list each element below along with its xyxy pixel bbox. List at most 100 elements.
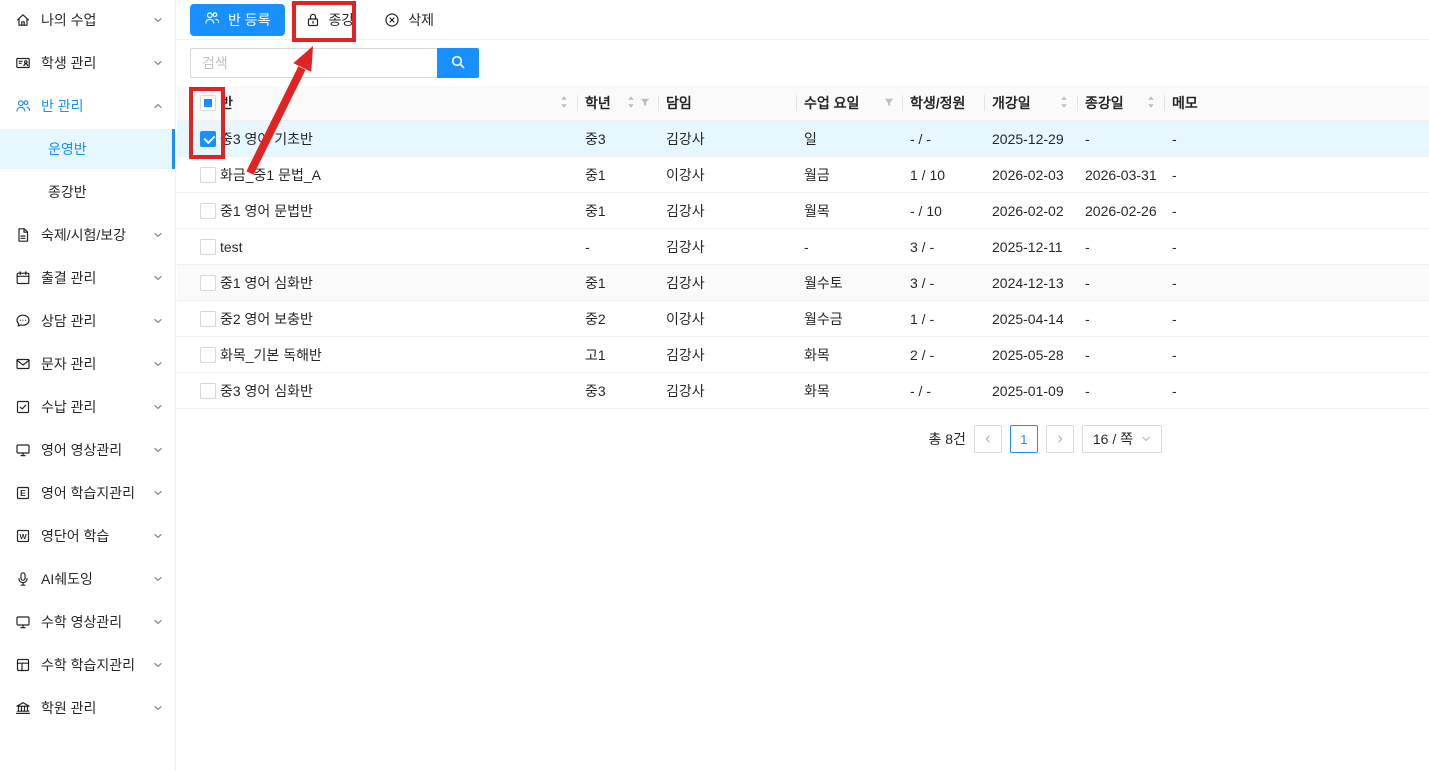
lock-icon: [305, 12, 321, 28]
cell-students: 1 / -: [902, 300, 984, 337]
column-header[interactable]: 수업 요일: [796, 86, 902, 121]
cell-name: 화목_기본 독해반: [220, 336, 577, 373]
mail-icon: [15, 356, 31, 372]
bank-icon: [15, 700, 31, 716]
microphone-icon: [15, 571, 31, 587]
sidebar-item-student-mgmt[interactable]: 학생 관리: [0, 43, 175, 83]
chevron-down-icon: [153, 660, 163, 670]
cell-end: -: [1077, 120, 1164, 157]
sidebar-item-math-video-mgmt[interactable]: 수학 영상관리: [0, 602, 175, 642]
cell-end: -: [1077, 228, 1164, 265]
row-checkbox[interactable]: [200, 166, 216, 183]
table-row[interactable]: 화금_중1 문법_A 중1 이강사 월금 1 / 10 2026-02-03 2026-03…: [177, 156, 1429, 193]
column-header: 메모: [1164, 86, 1429, 121]
sidebar-item-ai-shadowing[interactable]: AI쉐도잉: [0, 559, 175, 599]
column-header[interactable]: 반: [220, 86, 577, 121]
square-w-icon: W: [15, 528, 31, 544]
sidebar-item-sms-mgmt[interactable]: 문자 관리: [0, 344, 175, 384]
row-checkbox[interactable]: [200, 238, 216, 255]
cell-grade: 중1: [577, 264, 658, 301]
row-checkbox[interactable]: [200, 130, 216, 147]
sidebar-item-attendance-mgmt[interactable]: 출결 관리: [0, 258, 175, 298]
table-row[interactable]: 중3 영어 기초반 중3 김강사 일 - / -2025-12-29- -: [177, 120, 1429, 157]
column-header[interactable]: 종강일: [1077, 86, 1164, 121]
row-checkbox[interactable]: [200, 202, 216, 219]
chevron-down-icon: [153, 402, 163, 412]
chat-icon: [15, 313, 31, 329]
delete-button[interactable]: 삭제: [374, 4, 444, 36]
cell-grade: 중3: [577, 120, 658, 157]
sidebar-item-payment-mgmt[interactable]: 수납 관리: [0, 387, 175, 427]
page-size-value: 16 / 쪽: [1092, 431, 1133, 447]
table-row[interactable]: 중1 영어 심화반 중1 김강사 월수토 3 / -2024-12-13- -: [177, 264, 1429, 301]
cell-days: 월수금: [796, 300, 902, 337]
row-checkbox[interactable]: [200, 310, 216, 327]
chevron-right-icon: [1055, 432, 1065, 447]
cell-start: 2024-12-13: [984, 264, 1077, 301]
file-icon: [15, 227, 31, 243]
table-row[interactable]: 화목_기본 독해반 고1 김강사 화목 2 / -2025-05-28- -: [177, 336, 1429, 373]
cell-days: 화목: [796, 372, 902, 409]
cell-students: 2 / -: [902, 336, 984, 373]
select-all-checkbox[interactable]: [200, 95, 216, 111]
cell-memo: -: [1164, 228, 1429, 265]
search-button[interactable]: [437, 48, 479, 78]
cell-grade: 고1: [577, 336, 658, 373]
search-input[interactable]: [190, 48, 437, 78]
cell-memo: -: [1164, 192, 1429, 229]
cell-start: 2025-12-29: [984, 120, 1077, 157]
row-checkbox[interactable]: [200, 274, 216, 291]
next-page-button[interactable]: [1045, 425, 1074, 453]
sidebar-item-my-classes[interactable]: 나의 수업: [0, 0, 175, 40]
chevron-down-icon: [153, 703, 163, 713]
sidebar-item-active-classes[interactable]: 운영반: [0, 129, 175, 169]
sidebar-item-english-vocab-study[interactable]: W 영단어 학습: [0, 516, 175, 556]
cell-grade: 중1: [577, 156, 658, 193]
table-row[interactable]: 중3 영어 심화반 중3 김강사 화목 - / -2025-01-09- -: [177, 372, 1429, 409]
cell-grade: 중3: [577, 372, 658, 409]
table-body: 중3 영어 기초반 중3 김강사 일 - / -2025-12-29- - 화금_중1 문법…: [177, 120, 1429, 409]
chevron-down-icon: [153, 445, 163, 455]
filter-icon[interactable]: [639, 95, 650, 111]
cell-end: -: [1077, 300, 1164, 337]
table-row[interactable]: 중2 영어 보충반 중2 이강사 월수금 1 / -2025-04-14- -: [177, 300, 1429, 337]
register-class-button[interactable]: 반 등록: [190, 3, 285, 36]
close-class-button[interactable]: 종강: [295, 4, 365, 36]
cell-students: - / -: [902, 120, 984, 157]
prev-page-button[interactable]: [973, 425, 1002, 453]
sidebar-item-math-worksheet-mgmt[interactable]: 수학 학습지관리: [0, 645, 175, 685]
sidebar-item-class-mgmt[interactable]: 반 관리: [0, 86, 175, 126]
page-size-select[interactable]: 16 / 쪽: [1081, 425, 1162, 453]
cell-students: 3 / -: [902, 228, 984, 265]
sidebar-item-counseling-mgmt[interactable]: 상담 관리: [0, 301, 175, 341]
cell-name: 화금_중1 문법_A: [220, 156, 577, 193]
delete-label: 삭제: [408, 11, 435, 28]
sidebar-item-homework-exam-makeup[interactable]: 숙제/시험/보강: [0, 215, 175, 255]
page-number: 1: [1020, 431, 1028, 447]
cell-students: 3 / -: [902, 264, 984, 301]
column-header: 담임: [658, 86, 796, 121]
sidebar-item-english-worksheet-mgmt[interactable]: E 영어 학습지관리: [0, 473, 175, 513]
row-checkbox[interactable]: [200, 382, 216, 399]
cell-start: 2025-05-28: [984, 336, 1077, 373]
chevron-down-icon: [1141, 434, 1151, 444]
layout-icon: [15, 657, 31, 673]
cell-name: 중3 영어 심화반: [220, 372, 577, 409]
column-header[interactable]: 개강일: [984, 86, 1077, 121]
cell-days: 일: [796, 120, 902, 157]
cell-name: test: [220, 228, 577, 265]
row-checkbox[interactable]: [200, 346, 216, 363]
page-1-button[interactable]: 1: [1009, 425, 1038, 453]
filter-icon[interactable]: [883, 95, 894, 111]
sort-icon: [1146, 95, 1156, 112]
column-header[interactable]: 학년: [577, 86, 658, 121]
chevron-down-icon: [153, 273, 163, 283]
sidebar-item-closed-classes[interactable]: 종강반: [0, 172, 175, 212]
sidebar-item-english-video-mgmt[interactable]: 영어 영상관리: [0, 430, 175, 470]
cell-teacher: 이강사: [658, 156, 796, 193]
sidebar-item-academy-mgmt[interactable]: 학원 관리: [0, 688, 175, 728]
cell-grade: 중2: [577, 300, 658, 337]
cell-teacher: 김강사: [658, 192, 796, 229]
table-row[interactable]: 중1 영어 문법반 중1 김강사 월목 - / 10 2026-02-02 2026-02-…: [177, 192, 1429, 229]
table-row[interactable]: test - 김강사 -3 / -2025-12-11- -: [177, 228, 1429, 265]
